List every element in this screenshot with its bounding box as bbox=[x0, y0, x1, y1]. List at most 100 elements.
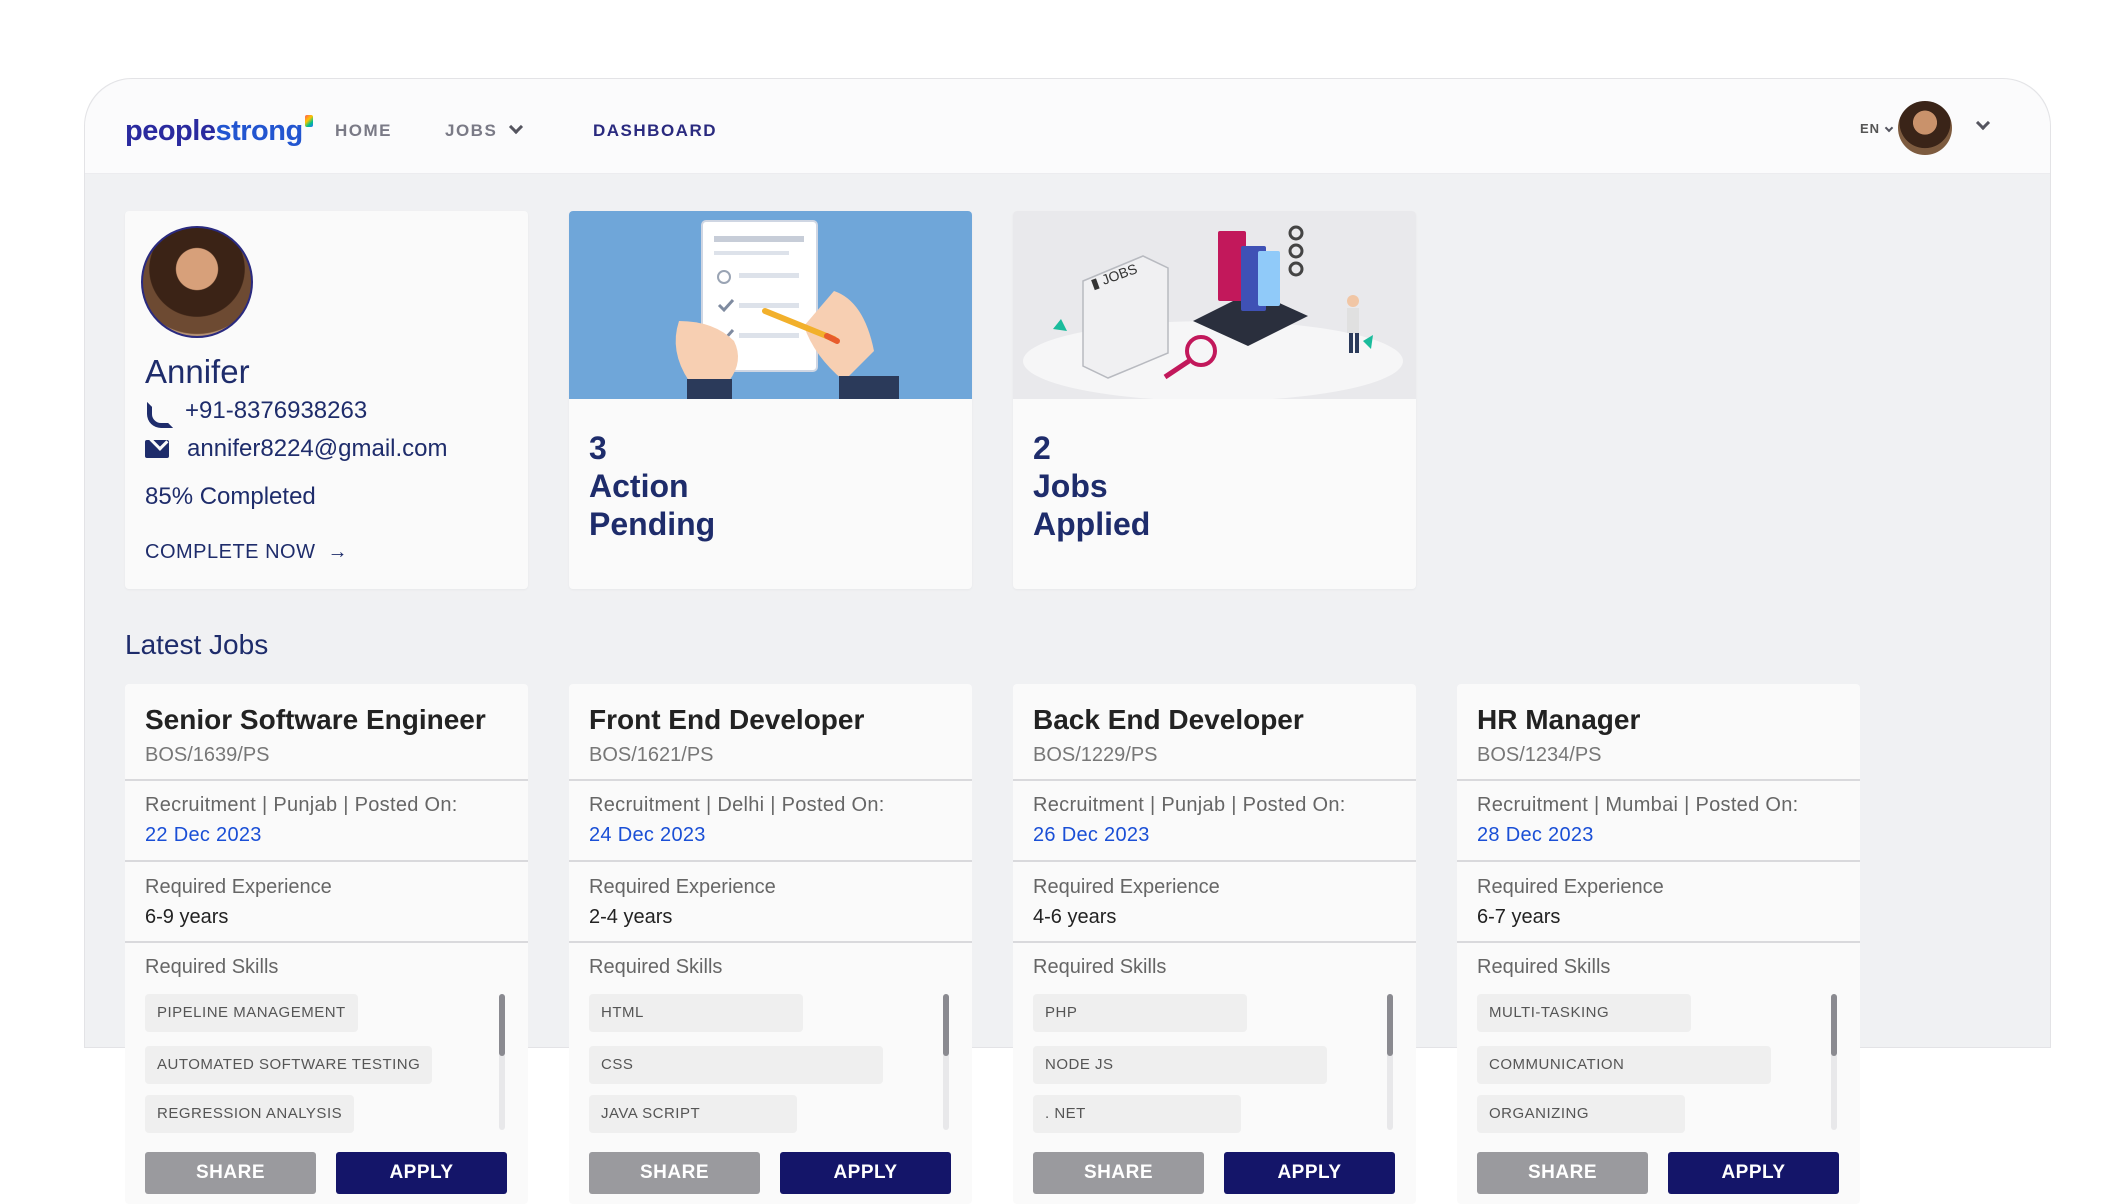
divider bbox=[125, 941, 528, 943]
divider bbox=[1457, 941, 1860, 943]
experience-value: 2-4 years bbox=[589, 906, 673, 928]
divider bbox=[1013, 860, 1416, 862]
job-title: Front End Developer bbox=[589, 704, 865, 735]
apply-button[interactable]: APPLY bbox=[1668, 1152, 1839, 1194]
arrow-right-icon: → bbox=[327, 541, 348, 563]
job-meta: Recruitment | Punjab | Posted On: bbox=[145, 794, 458, 816]
latest-jobs-heading: Latest Jobs bbox=[125, 629, 269, 660]
skills-scrollbar[interactable] bbox=[499, 994, 505, 1130]
skills-scrollbar[interactable] bbox=[1831, 994, 1837, 1130]
stat-label-line1: Jobs bbox=[1033, 468, 1108, 504]
divider bbox=[125, 779, 528, 781]
stat-count: 2 bbox=[1033, 430, 1051, 466]
skills-list[interactable]: PHP NODE JS . NET bbox=[1033, 994, 1393, 1134]
chevron-down-icon bbox=[1884, 123, 1894, 133]
mail-icon bbox=[145, 440, 169, 458]
scrollbar-thumb[interactable] bbox=[1387, 994, 1393, 1056]
skills-label: Required Skills bbox=[145, 956, 279, 978]
skill-chip: PIPELINE MANAGEMENT bbox=[145, 994, 358, 1032]
checklist-illustration bbox=[569, 211, 972, 399]
email-text: annifer8224@gmail.com bbox=[187, 435, 448, 462]
action-pending-card[interactable]: 3 Action Pending bbox=[569, 211, 972, 589]
complete-now-link[interactable]: COMPLETE NOW → bbox=[145, 541, 348, 564]
nav-jobs-label: JOBS bbox=[445, 121, 498, 140]
nav-jobs[interactable]: JOBS bbox=[445, 119, 524, 141]
experience-label: Required Experience bbox=[589, 876, 776, 898]
job-title: HR Manager bbox=[1477, 704, 1641, 735]
job-posted-date: 22 Dec 2023 bbox=[145, 824, 262, 846]
divider bbox=[1013, 779, 1416, 781]
job-code: BOS/1234/PS bbox=[1477, 744, 1602, 766]
skill-chip: MULTI-TASKING bbox=[1477, 994, 1691, 1032]
job-card: Back End Developer BOS/1229/PS Recruitme… bbox=[1013, 684, 1416, 1204]
skill-chip: ORGANIZING bbox=[1477, 1095, 1685, 1133]
nav-home[interactable]: HOME bbox=[335, 121, 392, 141]
profile-completion: 85% Completed bbox=[145, 483, 316, 510]
scrollbar-thumb[interactable] bbox=[499, 994, 505, 1056]
jobs-applied-card[interactable]: ▮ JOBS 2 Jobs Applied bbox=[1013, 211, 1416, 589]
profile-avatar bbox=[141, 226, 253, 338]
scrollbar-thumb[interactable] bbox=[1831, 994, 1837, 1056]
share-button[interactable]: SHARE bbox=[1477, 1152, 1648, 1194]
job-code: BOS/1229/PS bbox=[1033, 744, 1158, 766]
experience-value: 6-9 years bbox=[145, 906, 229, 928]
skill-chip: AUTOMATED SOFTWARE TESTING bbox=[145, 1046, 433, 1084]
divider bbox=[569, 860, 972, 862]
experience-value: 4-6 years bbox=[1033, 906, 1117, 928]
skill-chip: . NET bbox=[1033, 1095, 1241, 1133]
experience-label: Required Experience bbox=[145, 876, 332, 898]
language-label: EN bbox=[1859, 121, 1880, 136]
job-card: Front End Developer BOS/1621/PS Recruitm… bbox=[569, 684, 972, 1204]
skills-scrollbar[interactable] bbox=[1387, 994, 1393, 1130]
user-avatar[interactable] bbox=[1898, 101, 1952, 155]
app-window: peoplestrong HOME JOBS DASHBOARD EN Anni… bbox=[84, 78, 2051, 1204]
profile-email: annifer8224@gmail.com bbox=[145, 435, 448, 463]
jobs-applied-stat: 2 Jobs Applied bbox=[1033, 429, 1150, 543]
skill-chip: NODE JS bbox=[1033, 1046, 1327, 1084]
chevron-down-icon bbox=[1975, 115, 1991, 131]
skill-chip: REGRESSION ANALYSIS bbox=[145, 1095, 355, 1133]
skills-scrollbar[interactable] bbox=[943, 994, 949, 1130]
job-code: BOS/1621/PS bbox=[589, 744, 714, 766]
stat-label-line2: Applied bbox=[1033, 506, 1151, 542]
skills-list[interactable]: HTML CSS JAVA SCRIPT bbox=[589, 994, 949, 1134]
divider bbox=[1013, 941, 1416, 943]
job-meta: Recruitment | Punjab | Posted On: bbox=[1033, 794, 1346, 816]
skills-list[interactable]: PIPELINE MANAGEMENT AUTOMATED SOFTWARE T… bbox=[145, 994, 505, 1134]
language-selector[interactable]: EN bbox=[1859, 121, 1894, 136]
jobs-illustration: ▮ JOBS bbox=[1013, 211, 1416, 399]
logo-mark-icon bbox=[304, 115, 313, 127]
apply-button[interactable]: APPLY bbox=[336, 1152, 507, 1194]
share-button[interactable]: SHARE bbox=[145, 1152, 316, 1194]
profile-name: Annifer bbox=[145, 353, 250, 390]
divider bbox=[1457, 860, 1860, 862]
job-card: HR Manager BOS/1234/PS Recruitment | Mum… bbox=[1457, 684, 1860, 1204]
skills-label: Required Skills bbox=[1477, 956, 1611, 978]
skills-label: Required Skills bbox=[589, 956, 723, 978]
experience-label: Required Experience bbox=[1477, 876, 1664, 898]
job-card: Senior Software Engineer BOS/1639/PS Rec… bbox=[125, 684, 528, 1204]
stat-count: 3 bbox=[589, 430, 607, 466]
job-posted-date: 26 Dec 2023 bbox=[1033, 824, 1150, 846]
complete-now-label: COMPLETE NOW bbox=[145, 541, 316, 563]
user-menu-toggle[interactable] bbox=[1964, 115, 1991, 137]
job-title: Senior Software Engineer bbox=[145, 704, 486, 735]
top-navbar: peoplestrong HOME JOBS DASHBOARD EN bbox=[85, 79, 2050, 174]
skills-list[interactable]: MULTI-TASKING COMMUNICATION ORGANIZING bbox=[1477, 994, 1837, 1134]
scrollbar-thumb[interactable] bbox=[943, 994, 949, 1056]
share-button[interactable]: SHARE bbox=[589, 1152, 760, 1194]
divider bbox=[569, 941, 972, 943]
job-code: BOS/1639/PS bbox=[145, 744, 270, 766]
nav-dashboard[interactable]: DASHBOARD bbox=[593, 121, 717, 141]
apply-button[interactable]: APPLY bbox=[1224, 1152, 1395, 1194]
job-meta: Recruitment | Delhi | Posted On: bbox=[589, 794, 885, 816]
apply-button[interactable]: APPLY bbox=[780, 1152, 951, 1194]
peoplestrong-logo[interactable]: peoplestrong bbox=[125, 115, 313, 148]
profile-phone: +91-8376938263 bbox=[145, 397, 367, 425]
stat-label-line1: Action bbox=[589, 468, 689, 504]
divider bbox=[1457, 779, 1860, 781]
share-button[interactable]: SHARE bbox=[1033, 1152, 1204, 1194]
skill-chip: CSS bbox=[589, 1046, 883, 1084]
phone-icon bbox=[145, 400, 167, 422]
profile-card: Annifer +91-8376938263 annifer8224@gmail… bbox=[125, 211, 528, 589]
